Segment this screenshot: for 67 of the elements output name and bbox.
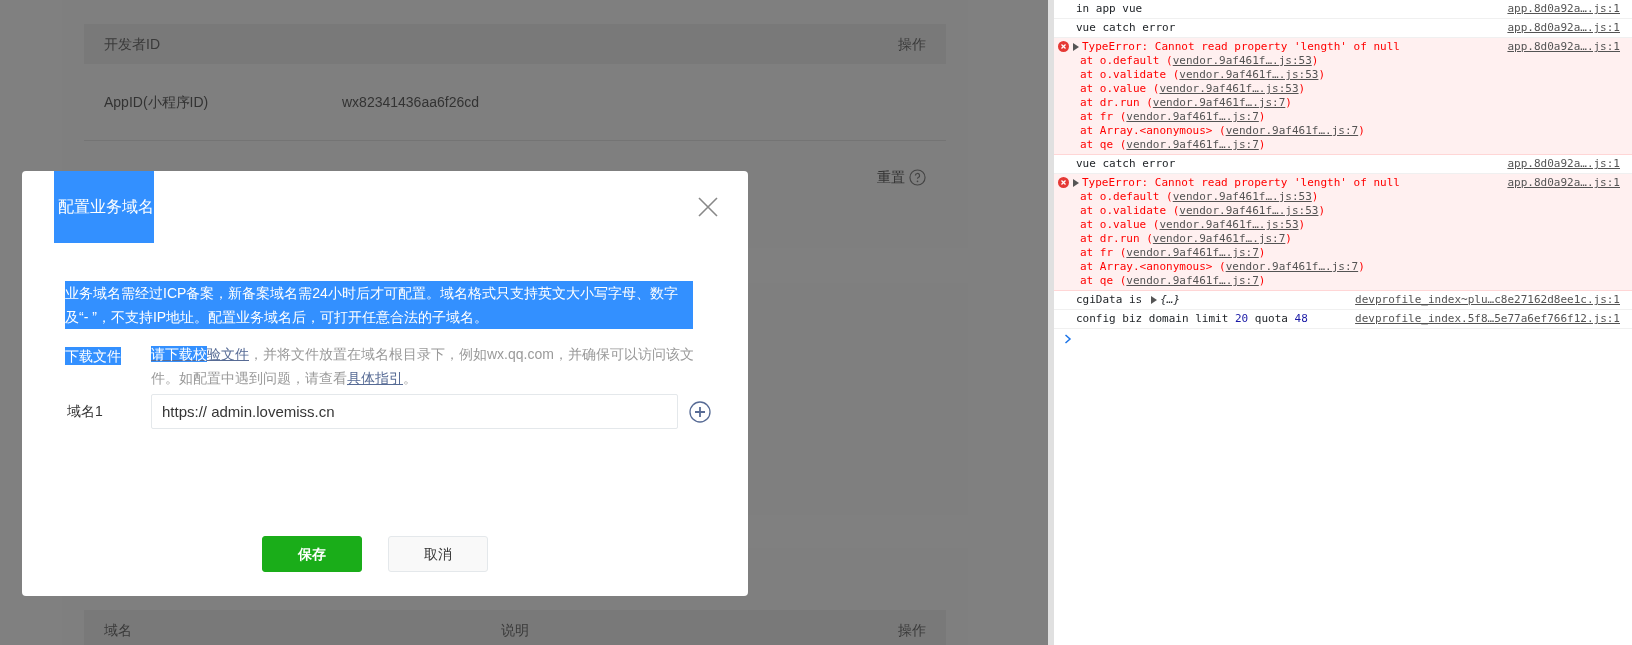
source-link[interactable]: vendor.9af461f….js:53 bbox=[1179, 204, 1319, 217]
expand-triangle-icon[interactable] bbox=[1072, 179, 1080, 187]
stack-trace-line: at o.default (vendor.9af461f….js:53) bbox=[1079, 190, 1320, 204]
field-label: 下载文件 bbox=[65, 347, 121, 365]
stack-trace-line: at o.value (vendor.9af461f….js:53) bbox=[1079, 218, 1307, 232]
domain-input[interactable]: https:// admin.lovemiss.cn bbox=[151, 394, 678, 429]
console-message: config biz domain limit 20 quota 48 bbox=[1076, 312, 1308, 326]
source-link[interactable]: vendor.9af461f….js:53 bbox=[1159, 82, 1299, 95]
error-message: TypeError: Cannot read property 'length' of null bbox=[1082, 176, 1400, 190]
console-message: in app vue bbox=[1076, 2, 1143, 16]
instruction-text: 请下载校验文件，并将文件放置在域名根目录下，例如wx.qq.com，并确保可以访问该文件。如配置中遇到问题，请查看具体指引。 bbox=[151, 345, 695, 388]
help-icon bbox=[909, 169, 926, 186]
row-label: AppID(小程序ID) bbox=[104, 92, 210, 112]
object-preview[interactable]: {…} bbox=[1160, 293, 1181, 307]
column-header: 操作 bbox=[898, 620, 926, 640]
stack-trace-line: at qe (vendor.9af461f….js:7) bbox=[1079, 138, 1267, 152]
stack-trace-line: at Array.<anonymous> (vendor.9af461f….js:7) bbox=[1079, 260, 1366, 274]
source-link[interactable]: app.8d0a92a….js:1 bbox=[1507, 21, 1620, 35]
expand-triangle-icon[interactable] bbox=[1150, 296, 1159, 304]
expand-triangle-icon[interactable] bbox=[1072, 43, 1080, 51]
stack-trace-line: at o.validate (vendor.9af461f….js:53) bbox=[1079, 204, 1327, 218]
close-icon[interactable] bbox=[698, 197, 718, 217]
stack-trace-line: at fr (vendor.9af461f….js:7) bbox=[1079, 110, 1267, 124]
error-message: TypeError: Cannot read property 'length' of null bbox=[1082, 40, 1400, 54]
source-link[interactable]: vendor.9af461f….js:7 bbox=[1152, 232, 1286, 245]
error-icon bbox=[1058, 177, 1069, 188]
stack-trace-line: at qe (vendor.9af461f….js:7) bbox=[1079, 274, 1267, 288]
source-link[interactable]: vendor.9af461f….js:53 bbox=[1172, 54, 1312, 67]
source-link[interactable]: app.8d0a92a….js:1 bbox=[1507, 176, 1620, 288]
cancel-button[interactable]: 取消 bbox=[388, 536, 488, 572]
stack-trace-line: at dr.run (vendor.9af461f….js:7) bbox=[1079, 96, 1293, 110]
prompt-icon bbox=[1064, 334, 1072, 344]
console-message: vue catch error bbox=[1076, 21, 1176, 35]
column-header: 说明 bbox=[501, 620, 529, 640]
source-link[interactable]: vendor.9af461f….js:7 bbox=[1126, 274, 1259, 287]
source-link[interactable]: app.8d0a92a….js:1 bbox=[1507, 157, 1620, 171]
guide-link[interactable]: 具体指引 bbox=[347, 370, 403, 386]
source-link[interactable]: vendor.9af461f….js:53 bbox=[1179, 68, 1319, 81]
source-link[interactable]: vendor.9af461f….js:7 bbox=[1126, 246, 1259, 259]
stack-trace-line: at dr.run (vendor.9af461f….js:7) bbox=[1079, 232, 1293, 246]
stack-trace-line: at Array.<anonymous> (vendor.9af461f….js:7) bbox=[1079, 124, 1366, 138]
source-link[interactable]: vendor.9af461f….js:7 bbox=[1225, 124, 1359, 137]
error-icon bbox=[1058, 41, 1069, 52]
console-message: vue catch error bbox=[1076, 157, 1176, 171]
description-text: 业务域名需经过ICP备案，新备案域名需24小时后才可配置。域名格式只支持英文大小写字母、数字及“- ”，不支持IP地址。配置业务域名后，可打开任意合法的子域名。 bbox=[65, 281, 693, 329]
column-header: 操作 bbox=[898, 34, 926, 54]
source-link[interactable]: app.8d0a92a….js:1 bbox=[1507, 2, 1620, 16]
source-link[interactable]: vendor.9af461f….js:53 bbox=[1172, 190, 1312, 203]
source-link[interactable]: app.8d0a92a….js:1 bbox=[1507, 40, 1620, 152]
source-link[interactable]: vendor.9af461f….js:53 bbox=[1159, 218, 1299, 231]
source-link[interactable]: vendor.9af461f….js:7 bbox=[1225, 260, 1359, 273]
source-link[interactable]: vendor.9af461f….js:7 bbox=[1126, 110, 1259, 123]
dialog-title: 配置业务域名 bbox=[54, 171, 154, 243]
console-message: cgiData is bbox=[1076, 293, 1143, 307]
source-link[interactable]: vendor.9af461f….js:7 bbox=[1126, 138, 1259, 151]
stack-trace-line: at o.value (vendor.9af461f….js:53) bbox=[1079, 82, 1307, 96]
add-icon[interactable] bbox=[689, 400, 711, 423]
source-link[interactable]: vendor.9af461f….js:7 bbox=[1152, 96, 1286, 109]
stack-trace-line: at fr (vendor.9af461f….js:7) bbox=[1079, 246, 1267, 260]
column-header: 开发者ID bbox=[104, 34, 160, 54]
stack-trace-line: at o.default (vendor.9af461f….js:53) bbox=[1079, 54, 1320, 68]
stack-trace-line: at o.validate (vendor.9af461f….js:53) bbox=[1079, 68, 1327, 82]
source-link[interactable]: devprofile_index.5f8…5e77a6ef766f12.js:1 bbox=[1355, 312, 1620, 326]
row-value: wx82341436aa6f26cd bbox=[342, 92, 479, 112]
field-label: 域名1 bbox=[67, 402, 104, 421]
source-link[interactable]: devprofile_index~plu…c8e27162d8ee1c.js:1 bbox=[1355, 293, 1620, 307]
column-header: 域名 bbox=[104, 620, 132, 640]
